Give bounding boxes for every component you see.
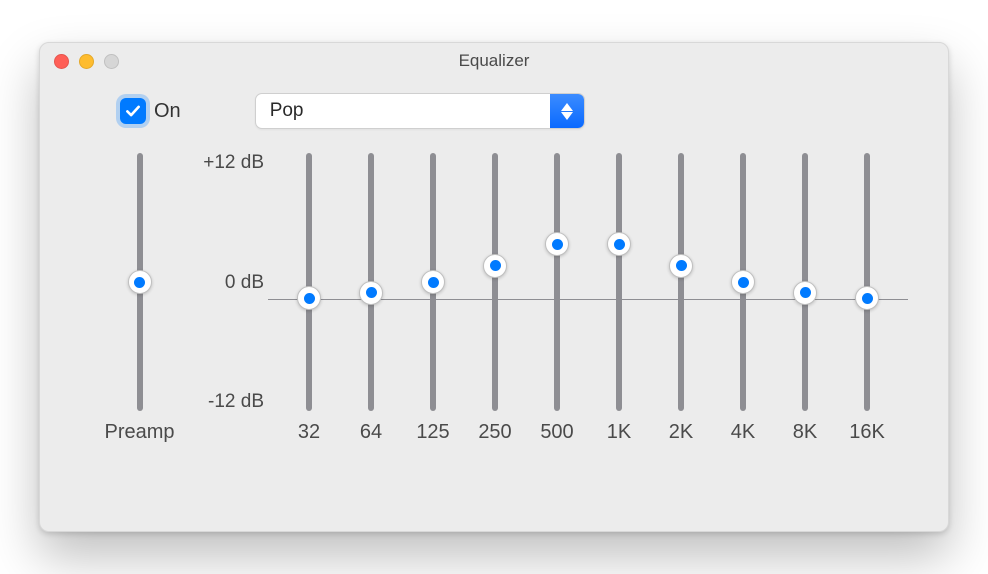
band-freq-label: 1K bbox=[607, 421, 631, 444]
band-column: 1K bbox=[588, 153, 650, 444]
preamp-column: Preamp bbox=[100, 153, 179, 444]
band-slider-thumb[interactable] bbox=[297, 286, 321, 310]
band-freq-label: 125 bbox=[416, 421, 449, 444]
scale-mid: 0 dB bbox=[183, 273, 264, 292]
band-slider-thumb[interactable] bbox=[731, 270, 755, 294]
band-slider[interactable] bbox=[678, 153, 684, 411]
band-column: 250 bbox=[464, 153, 526, 444]
on-label: On bbox=[154, 100, 181, 123]
band-slider-thumb[interactable] bbox=[545, 232, 569, 256]
titlebar: Equalizer bbox=[40, 43, 948, 79]
band-freq-label: 8K bbox=[793, 421, 817, 444]
band-slider-thumb[interactable] bbox=[607, 232, 631, 256]
band-column: 500 bbox=[526, 153, 588, 444]
preset-select[interactable]: Pop bbox=[255, 93, 585, 129]
scale-min: -12 dB bbox=[183, 392, 264, 411]
band-slider-thumb[interactable] bbox=[793, 281, 817, 305]
window-title: Equalizer bbox=[40, 51, 948, 71]
band-slider[interactable] bbox=[306, 153, 312, 411]
preamp-slider-thumb[interactable] bbox=[128, 270, 152, 294]
band-slider[interactable] bbox=[492, 153, 498, 411]
scale-labels: +12 dB 0 dB -12 dB bbox=[179, 153, 268, 411]
band-slider-thumb[interactable] bbox=[483, 254, 507, 278]
preamp-label: Preamp bbox=[104, 421, 174, 444]
band-freq-label: 500 bbox=[540, 421, 573, 444]
band-column: 2K bbox=[650, 153, 712, 444]
band-slider[interactable] bbox=[864, 153, 870, 411]
preset-value: Pop bbox=[256, 100, 550, 122]
band-slider[interactable] bbox=[430, 153, 436, 411]
band-slider[interactable] bbox=[554, 153, 560, 411]
equalizer-area: Preamp +12 dB 0 dB -12 dB 32 64 125 250 500 1… bbox=[40, 143, 948, 454]
band-slider-thumb[interactable] bbox=[855, 286, 879, 310]
band-slider[interactable] bbox=[802, 153, 808, 411]
header-row: On Pop bbox=[40, 79, 948, 143]
band-freq-label: 2K bbox=[669, 421, 693, 444]
band-slider-thumb[interactable] bbox=[669, 254, 693, 278]
band-slider-thumb[interactable] bbox=[359, 281, 383, 305]
band-freq-label: 64 bbox=[360, 421, 382, 444]
band-slider-thumb[interactable] bbox=[421, 270, 445, 294]
band-slider[interactable] bbox=[368, 153, 374, 411]
band-column: 4K bbox=[712, 153, 774, 444]
on-toggle[interactable]: On bbox=[120, 98, 181, 124]
checkbox-icon[interactable] bbox=[120, 98, 146, 124]
band-freq-label: 250 bbox=[478, 421, 511, 444]
band-freq-label: 16K bbox=[849, 421, 885, 444]
equalizer-window: Equalizer On Pop Preamp bbox=[39, 42, 949, 532]
band-column: 64 bbox=[340, 153, 402, 444]
zoom-icon bbox=[104, 54, 119, 69]
band-freq-label: 4K bbox=[731, 421, 755, 444]
bands-container: 32 64 125 250 500 1K 2K 4K 8K 16K bbox=[268, 153, 908, 444]
band-freq-label: 32 bbox=[298, 421, 320, 444]
band-column: 32 bbox=[278, 153, 340, 444]
band-slider[interactable] bbox=[616, 153, 622, 411]
band-column: 16K bbox=[836, 153, 898, 444]
close-icon[interactable] bbox=[54, 54, 69, 69]
band-slider[interactable] bbox=[740, 153, 746, 411]
band-column: 125 bbox=[402, 153, 464, 444]
stepper-arrows-icon[interactable] bbox=[550, 94, 584, 128]
minimize-icon[interactable] bbox=[79, 54, 94, 69]
preamp-slider[interactable] bbox=[137, 153, 143, 411]
window-controls bbox=[54, 54, 119, 69]
scale-max: +12 dB bbox=[183, 153, 264, 172]
band-column: 8K bbox=[774, 153, 836, 444]
